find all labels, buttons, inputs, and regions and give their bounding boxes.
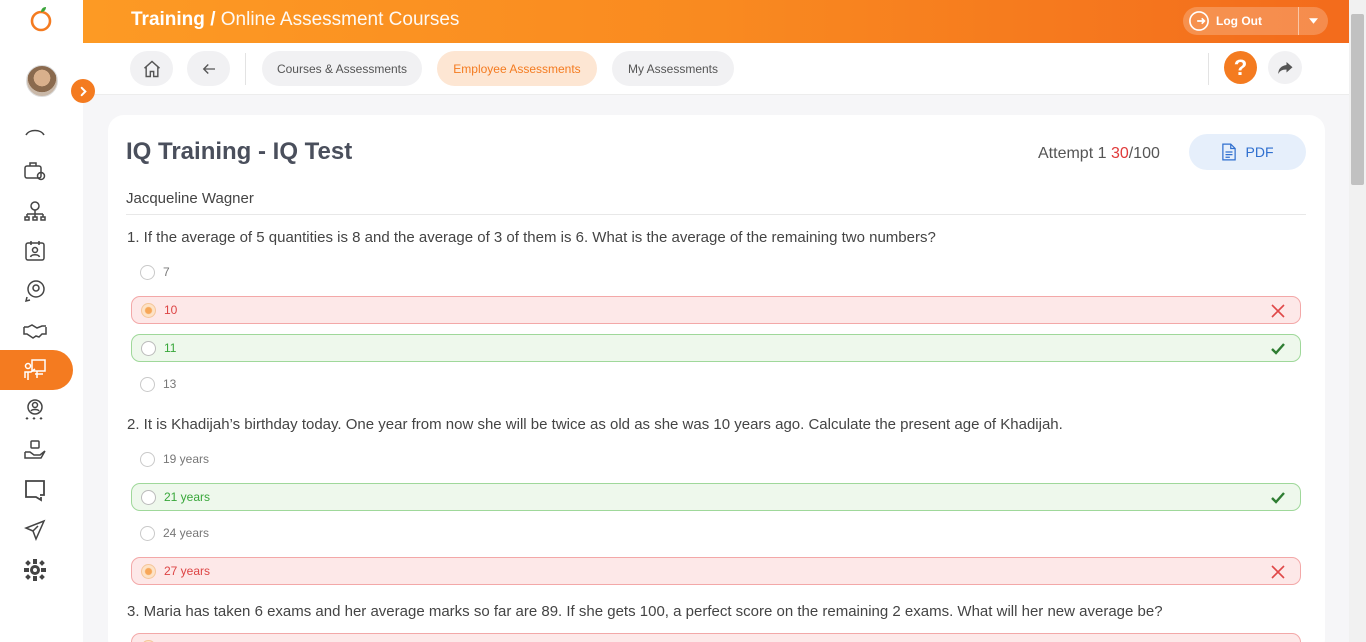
attempt-label: Attempt 1 — [1038, 145, 1107, 162]
radio-button[interactable] — [140, 525, 155, 541]
answer-option-wrong[interactable] — [131, 633, 1301, 642]
option-label: 7 — [163, 265, 170, 279]
user-stars-icon[interactable] — [22, 397, 48, 423]
toolbar: Courses & Assessments Employee Assessmen… — [83, 43, 1349, 95]
question-text: 3. Maria has taken 6 exams and her avera… — [127, 603, 1163, 620]
answer-option-correct[interactable]: 11 — [131, 334, 1301, 362]
sidebar — [0, 0, 83, 642]
radio-button[interactable] — [141, 340, 156, 356]
answer-option[interactable]: 19 years — [131, 445, 1301, 473]
answer-option-wrong[interactable]: 27 years — [131, 557, 1301, 585]
radio-button-selected[interactable] — [141, 563, 156, 579]
home-button[interactable] — [130, 51, 173, 86]
page-title: Training / Online Assessment Courses — [131, 9, 459, 31]
option-label: 19 years — [163, 452, 210, 466]
org-chart-icon[interactable] — [22, 198, 48, 224]
logout-dropdown-toggle[interactable] — [1298, 7, 1328, 35]
header-divider — [126, 214, 1306, 215]
hand-bag-icon[interactable] — [22, 437, 48, 463]
title-separator: / — [210, 9, 216, 30]
document-icon — [1221, 143, 1236, 161]
search-user-icon[interactable] — [22, 278, 48, 304]
question-text: 2. It is Khadijah’s birthday today. One … — [127, 416, 1063, 433]
training-presentation-icon[interactable] — [22, 357, 48, 383]
avatar[interactable] — [26, 65, 58, 97]
share-button[interactable] — [1268, 51, 1302, 84]
radio-button[interactable] — [140, 451, 155, 467]
answer-option[interactable]: 24 years — [131, 519, 1301, 547]
attempt-score: Attempt 1 30/100 — [1038, 145, 1160, 163]
arrow-left-icon — [202, 63, 215, 74]
radio-button[interactable] — [140, 264, 155, 280]
sidebar-expand-button[interactable] — [71, 79, 95, 103]
logout-label: Log Out — [1216, 14, 1262, 28]
option-label: 27 years — [164, 564, 211, 578]
gear-icon[interactable] — [22, 557, 48, 583]
option-label: 10 — [164, 303, 178, 317]
option-label: 24 years — [163, 526, 210, 540]
close-icon — [1271, 304, 1285, 318]
check-icon — [1271, 343, 1285, 355]
toolbar-divider-right — [1208, 53, 1209, 85]
header-bar: Training / Online Assessment Courses Log… — [83, 0, 1349, 43]
help-button[interactable]: ? — [1224, 51, 1257, 84]
tab-courses-assessments[interactable]: Courses & Assessments — [262, 51, 422, 86]
option-label: 11 — [164, 341, 177, 355]
answer-option[interactable]: 7 — [131, 258, 1301, 286]
tab-employee-assessments[interactable]: Employee Assessments — [437, 51, 597, 86]
handshake-icon[interactable] — [22, 318, 48, 344]
check-icon — [1271, 492, 1285, 504]
toolbar-divider — [245, 53, 246, 85]
chevron-right-icon — [80, 86, 87, 96]
tab-my-assessments[interactable]: My Assessments — [612, 51, 734, 86]
answer-option-correct[interactable]: 21 years — [131, 483, 1301, 511]
share-arrow-icon — [1278, 61, 1293, 74]
logout-button[interactable]: Log Out — [1183, 7, 1328, 35]
radio-button[interactable] — [141, 489, 156, 505]
pdf-label: PDF — [1245, 144, 1274, 160]
radio-button[interactable] — [140, 376, 155, 392]
partial-menu-icon[interactable] — [22, 126, 48, 140]
calendar-user-icon[interactable] — [22, 238, 48, 264]
caret-down-icon — [1309, 18, 1318, 24]
score-total: /100 — [1128, 145, 1160, 162]
assessment-title: IQ Training - IQ Test — [126, 138, 353, 165]
message-icon[interactable] — [22, 477, 48, 503]
answer-option-wrong[interactable]: 10 — [131, 296, 1301, 324]
assessment-card: IQ Training - IQ Test Attempt 1 30/100 P… — [108, 115, 1325, 642]
question-text: 1. If the average of 5 quantities is 8 a… — [127, 229, 936, 246]
pdf-button[interactable]: PDF — [1189, 134, 1306, 170]
option-label: 21 years — [164, 490, 211, 504]
employee-name: Jacqueline Wagner — [126, 190, 254, 207]
orange-logo-icon[interactable] — [28, 6, 54, 32]
back-button[interactable] — [187, 51, 230, 86]
airplane-icon[interactable] — [22, 517, 48, 543]
scrollbar-thumb[interactable] — [1351, 14, 1364, 185]
score-value: 30 — [1110, 145, 1129, 162]
briefcase-gear-icon[interactable] — [22, 158, 48, 184]
answer-option[interactable]: 13 — [131, 370, 1301, 398]
logout-icon — [1188, 10, 1210, 32]
option-label: 13 — [163, 377, 177, 391]
module-title: Training — [131, 9, 205, 30]
section-title: Online Assessment Courses — [220, 9, 460, 30]
close-icon — [1271, 565, 1285, 579]
home-icon — [143, 60, 160, 77]
radio-button-selected[interactable] — [141, 302, 156, 318]
